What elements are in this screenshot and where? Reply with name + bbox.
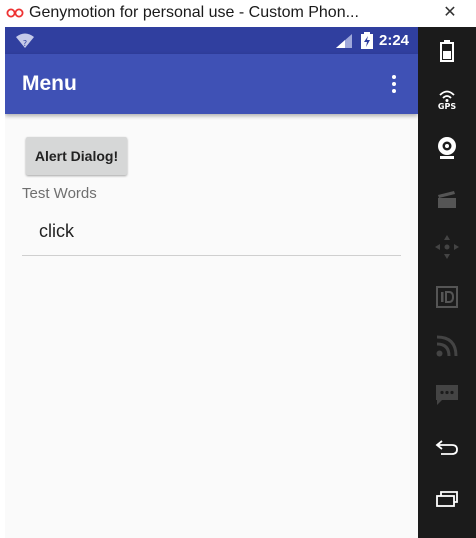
- app-bar: Menu: [5, 54, 418, 114]
- back-button[interactable]: [418, 433, 476, 461]
- close-icon: ✕: [443, 4, 457, 21]
- recent-apps-button[interactable]: [418, 485, 476, 513]
- rss-icon: [436, 335, 458, 357]
- signal-icon: [336, 34, 352, 48]
- gps-widget-button[interactable]: GPS: [418, 84, 476, 116]
- window-title-bar: Genymotion for personal use - Custom Pho…: [0, 0, 476, 27]
- webcam-icon: [438, 137, 456, 159]
- gps-icon: [439, 90, 455, 102]
- sms-widget-button[interactable]: [418, 381, 476, 409]
- capture-icon: [438, 191, 456, 208]
- back-icon: [435, 440, 458, 455]
- genymotion-control-panel: GPS: [418, 27, 476, 538]
- genymotion-logo-icon: [6, 8, 24, 18]
- alert-dialog-button[interactable]: Alert Dialog!: [26, 137, 127, 175]
- id-icon: [436, 286, 458, 308]
- webcam-widget-button[interactable]: [418, 133, 476, 163]
- gps-label: GPS: [437, 101, 457, 111]
- test-words-label: Test Words: [22, 185, 97, 202]
- id-widget-button[interactable]: [418, 283, 476, 311]
- battery-widget-button[interactable]: [418, 37, 476, 65]
- status-bar: ? 2:24: [5, 27, 418, 54]
- capture-widget-button[interactable]: [418, 185, 476, 213]
- test-words-field[interactable]: click: [22, 213, 401, 256]
- test-words-value: click: [39, 221, 74, 241]
- dpad-icon: [435, 235, 459, 259]
- window-title: Genymotion for personal use - Custom Pho…: [29, 4, 359, 21]
- battery-icon: [440, 40, 454, 62]
- recent-apps-icon: [436, 491, 458, 507]
- dpad-widget-button[interactable]: [418, 233, 476, 261]
- status-time: 2:24: [379, 32, 410, 49]
- wifi-icon: ?: [16, 33, 34, 48]
- phone-screen: ? 2:24 Menu Alert Dialog! Test Words cli…: [5, 27, 418, 538]
- battery-charging-icon: [361, 32, 373, 49]
- close-window-button[interactable]: ✕: [424, 0, 476, 24]
- svg-text:?: ?: [23, 39, 27, 48]
- page-title: Menu: [22, 72, 77, 95]
- sms-icon: [436, 385, 458, 405]
- rss-widget-button[interactable]: [418, 332, 476, 360]
- more-vert-icon[interactable]: [385, 70, 403, 98]
